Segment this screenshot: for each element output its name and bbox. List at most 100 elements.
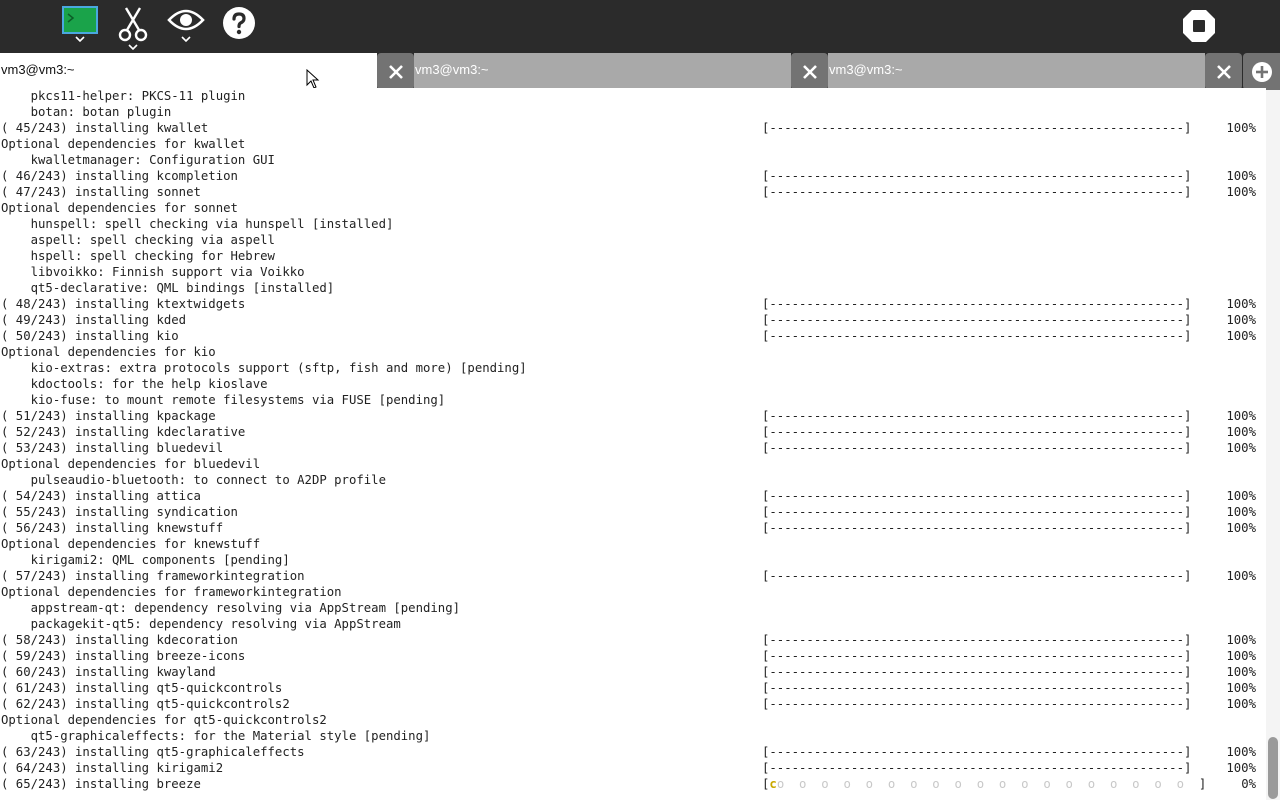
progress-percent: 100%	[1226, 649, 1256, 663]
progress-bar: [---------------------------------------…	[762, 745, 1192, 759]
chevron-down-icon	[181, 36, 191, 42]
progress-percent: 100%	[1226, 169, 1256, 183]
terminal-line: pulseaudio-bluetooth: to connect to A2DP…	[1, 473, 386, 487]
progress-percent: 100%	[1226, 505, 1256, 519]
terminal-line: ( 64/243) installing kirigami2	[1, 761, 224, 775]
scrollbar-thumb[interactable]	[1268, 737, 1278, 799]
terminal-line: ( 60/243) installing kwayland	[1, 665, 216, 679]
terminal-line: ( 46/243) installing kcompletion	[1, 169, 238, 183]
terminal-line: kirigami2: QML components [pending]	[1, 553, 290, 567]
progress-percent: 100%	[1226, 745, 1256, 759]
terminal-line: ( 65/243) installing breeze	[1, 777, 201, 791]
close-icon	[802, 64, 817, 79]
tab-close-button[interactable]	[377, 53, 414, 90]
terminal-line: kdoctools: for the help kioslave	[1, 377, 268, 391]
progress-percent: 100%	[1226, 665, 1256, 679]
terminal-line: ( 53/243) installing bluedevil	[1, 441, 224, 455]
stop-icon	[1183, 10, 1215, 42]
terminal-line: pkcs11-helper: PKCS-11 plugin	[1, 89, 246, 103]
stop-button[interactable]	[1182, 9, 1216, 53]
progress-percent: 100%	[1226, 569, 1256, 583]
progress-percent: 100%	[1226, 761, 1256, 775]
progress-bar: [---------------------------------------…	[762, 521, 1192, 535]
progress-bar: [---------------------------------------…	[762, 489, 1192, 503]
eye-icon	[167, 9, 205, 31]
progress-bar-dots: o o o o o o o o o o o o o o o o o o o	[776, 777, 1184, 791]
progress-bar: [---------------------------------------…	[762, 329, 1192, 343]
progress-percent: 100%	[1226, 697, 1256, 711]
terminal-line: Optional dependencies for kwallet	[1, 137, 246, 151]
terminal-line: Optional dependencies for sonnet	[1, 201, 238, 215]
view-button[interactable]	[167, 6, 205, 50]
mouse-cursor-icon	[306, 69, 320, 89]
tab-label: vm3@vm3:~	[415, 62, 489, 77]
terminal-output[interactable]: pkcs11-helper: PKCS-11 plugin botan: bot…	[0, 88, 1266, 800]
terminal-line: ( 54/243) installing attica	[1, 489, 201, 503]
terminal-line: Optional dependencies for kio	[1, 345, 216, 359]
new-terminal-button[interactable]	[62, 6, 98, 50]
terminal-line: ( 56/243) installing knewstuff	[1, 521, 224, 535]
terminal-line: Optional dependencies for bluedevil	[1, 457, 261, 471]
progress-bar: [co o o o o o o o o o o o o o o o o o o …	[762, 776, 1206, 792]
terminal-line: ( 50/243) installing kio	[1, 329, 179, 343]
progress-percent: 100%	[1226, 313, 1256, 327]
progress-bar: [---------------------------------------…	[762, 697, 1192, 711]
progress-bar: [---------------------------------------…	[762, 313, 1192, 327]
chevron-down-icon	[75, 36, 85, 42]
terminal-line: ( 59/243) installing breeze-icons	[1, 649, 246, 663]
tab-bar: vm3@vm3:~ vm3@vm3:~ vm3@vm3:~	[0, 53, 1280, 90]
progress-bar: [---------------------------------------…	[762, 665, 1192, 679]
tab-close-button[interactable]	[1205, 53, 1242, 90]
terminal-line: ( 49/243) installing kded	[1, 313, 187, 327]
progress-percent: 100%	[1226, 489, 1256, 503]
progress-percent: 100%	[1226, 329, 1256, 343]
scissors-icon	[118, 7, 148, 42]
new-tab-button[interactable]	[1243, 53, 1280, 90]
terminal-line: ( 58/243) installing kdecoration	[1, 633, 238, 647]
progress-bar: [---------------------------------------…	[762, 409, 1192, 423]
terminal-line: ( 61/243) installing qt5-quickcontrols	[1, 681, 283, 695]
chevron-down-icon	[128, 44, 138, 50]
terminal-line: aspell: spell checking via aspell	[1, 233, 275, 247]
progress-percent: 100%	[1226, 681, 1256, 695]
progress-percent: 100%	[1226, 185, 1256, 199]
help-icon	[223, 7, 255, 39]
progress-percent: 100%	[1226, 441, 1256, 455]
terminal-line: kwalletmanager: Configuration GUI	[1, 153, 275, 167]
tab-terminal-1[interactable]: vm3@vm3:~	[0, 53, 377, 90]
tab-terminal-2[interactable]: vm3@vm3:~	[414, 53, 791, 90]
terminal-line: kio-extras: extra protocols support (sft…	[1, 361, 527, 375]
close-icon	[1216, 64, 1231, 79]
terminal-line: hspell: spell checking for Hebrew	[1, 249, 275, 263]
terminal-line: ( 55/243) installing syndication	[1, 505, 238, 519]
plus-circle-icon	[1251, 61, 1272, 82]
tab-label: vm3@vm3:~	[1, 62, 75, 77]
scrollbar-track[interactable]	[1266, 90, 1280, 800]
progress-bar: [---------------------------------------…	[762, 761, 1192, 775]
help-button[interactable]	[222, 6, 256, 50]
terminal-line: kio-fuse: to mount remote filesystems vi…	[1, 393, 446, 407]
terminal-line: ( 47/243) installing sonnet	[1, 185, 201, 199]
terminal-line: hunspell: spell checking via hunspell [i…	[1, 217, 394, 231]
progress-bar: [---------------------------------------…	[762, 633, 1192, 647]
terminal-line: ( 48/243) installing ktextwidgets	[1, 297, 246, 311]
progress-bar: [---------------------------------------…	[762, 569, 1192, 583]
tab-close-button[interactable]	[791, 53, 828, 90]
progress-bar: [---------------------------------------…	[762, 297, 1192, 311]
terminal-line: ( 52/243) installing kdeclarative	[1, 425, 246, 439]
progress-bar: [---------------------------------------…	[762, 185, 1192, 199]
progress-percent: 100%	[1226, 425, 1256, 439]
progress-bar: [---------------------------------------…	[762, 169, 1192, 183]
progress-bar-close: ]	[1198, 777, 1207, 791]
terminal-line: libvoikko: Finnish support via Voikko	[1, 265, 305, 279]
terminal-line: Optional dependencies for frameworkinteg…	[1, 585, 342, 599]
tab-terminal-3[interactable]: vm3@vm3:~	[828, 53, 1205, 90]
progress-bar: [---------------------------------------…	[762, 649, 1192, 663]
terminal-line: ( 51/243) installing kpackage	[1, 409, 216, 423]
progress-percent: 100%	[1226, 297, 1256, 311]
close-icon	[388, 64, 403, 79]
terminal-line: ( 62/243) installing qt5-quickcontrols2	[1, 697, 290, 711]
cut-button[interactable]	[117, 6, 149, 50]
toolbar	[0, 0, 1280, 53]
progress-bar: [---------------------------------------…	[762, 681, 1192, 695]
